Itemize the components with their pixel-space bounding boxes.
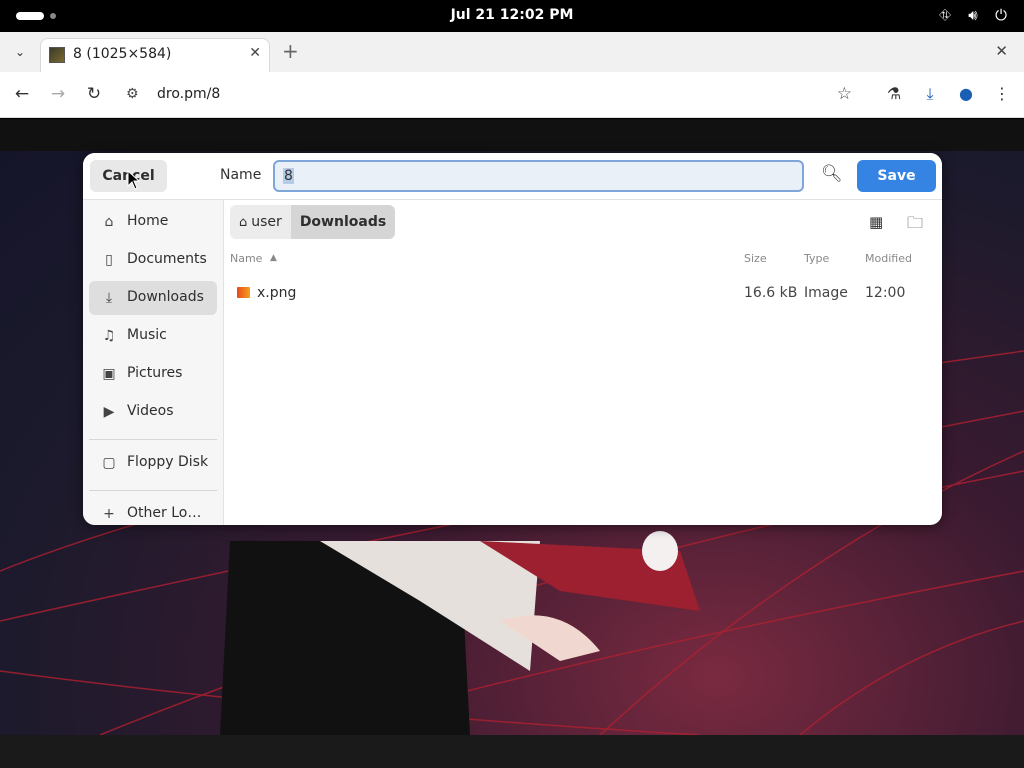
sidebar-item-label: Pictures [127, 365, 183, 381]
sidebar-item-documents[interactable]: ▯ Documents [89, 243, 217, 277]
sidebar-item-label: Other Lo… [127, 505, 202, 521]
sidebar-item-music[interactable]: ♫ Music [89, 319, 217, 353]
video-icon: ▶ [103, 404, 115, 420]
sidebar-item-label: Downloads [127, 289, 204, 305]
forward-icon[interactable]: → [47, 84, 69, 104]
sidebar-separator [89, 439, 217, 440]
file-type: Image [804, 285, 848, 301]
places-sidebar: ⌂ Home ▯ Documents ⤓ Downloads ♫ Music ▣… [83, 200, 224, 525]
name-label: Name [220, 167, 262, 183]
menu-icon[interactable]: ⋮ [991, 84, 1013, 103]
filename-value: 8 [283, 168, 294, 184]
url-text: dro.pm/8 [157, 86, 221, 102]
crumb-label: user [251, 214, 282, 230]
image-file-icon [237, 287, 250, 298]
sidebar-item-label: Music [127, 327, 167, 343]
save-file-dialog: Cancel Name 8 🔍︎ Save ⌂ Home ▯ Documents… [83, 153, 942, 525]
home-icon: ⌂ [104, 214, 114, 230]
file-modified: 12:00 [865, 285, 906, 301]
address-bar[interactable]: ⚙ dro.pm/8 ☆ [120, 78, 862, 112]
site-info-icon[interactable]: ⚙ [126, 86, 139, 102]
tab-favicon-icon [49, 47, 65, 63]
labs-flask-icon[interactable]: ⚗ [883, 84, 905, 103]
column-header-modified[interactable]: Modified [865, 252, 912, 265]
column-header-name[interactable]: Name [230, 252, 262, 265]
sidebar-item-label: Videos [127, 403, 174, 419]
browser-tab[interactable]: 8 (1025×584) ✕ [40, 38, 270, 72]
sidebar-separator [89, 490, 217, 491]
sidebar-item-label: Documents [127, 251, 207, 267]
network-icon: ⛗ [938, 6, 951, 24]
reload-icon[interactable]: ↻ [83, 84, 105, 104]
sidebar-item-label: Home [127, 213, 169, 229]
new-tab-button[interactable]: + [282, 40, 299, 62]
path-bar: ⌂ user Downloads [230, 205, 396, 239]
window-close-icon[interactable]: ✕ [995, 42, 1008, 60]
path-crumb-downloads[interactable]: Downloads [290, 205, 396, 239]
dialog-header: Cancel Name 8 🔍︎ Save [83, 153, 942, 200]
sidebar-item-home[interactable]: ⌂ Home [89, 205, 217, 239]
tab-strip: ⌄ 8 (1025×584) ✕ + ✕ [0, 32, 1024, 72]
column-header-type[interactable]: Type [804, 252, 829, 265]
tab-title: 8 (1025×584) [73, 46, 172, 62]
system-top-bar: Jul 21 12:02 PM ⛗ 🔊︎ ⏻ [0, 0, 1024, 32]
download-icon: ⤓ [105, 290, 113, 306]
bookmark-star-icon[interactable]: ☆ [837, 84, 852, 104]
sort-ascending-icon: ▲ [270, 253, 277, 263]
music-icon: ♫ [102, 328, 116, 344]
sidebar-item-downloads[interactable]: ⤓ Downloads [89, 281, 217, 315]
new-folder-icon[interactable]: 🗀 [907, 212, 923, 239]
save-button[interactable]: Save [857, 160, 936, 192]
column-header-size[interactable]: Size [744, 252, 767, 265]
home-icon: ⌂ [239, 215, 248, 230]
back-icon[interactable]: ← [11, 84, 33, 104]
plus-icon: + [103, 506, 115, 522]
sidebar-item-other-locations[interactable]: + Other Lo… [89, 497, 217, 525]
tab-close-icon[interactable]: ✕ [249, 45, 261, 61]
drive-icon: ▢ [102, 455, 116, 471]
file-size: 16.6 kB [744, 285, 798, 301]
document-icon: ▯ [105, 252, 113, 268]
picture-icon: ▣ [102, 366, 116, 382]
bottom-bar [0, 735, 1024, 768]
system-status-area[interactable]: ⛗ 🔊︎ ⏻ [936, 6, 1010, 24]
browser-toolbar: ← → ↻ ⚙ dro.pm/8 ☆ ⚗ ⤓ ● ⋮ [0, 72, 1024, 118]
profile-icon[interactable]: ● [955, 84, 977, 103]
file-name: x.png [257, 285, 297, 301]
filename-input[interactable]: 8 [273, 160, 804, 192]
file-row[interactable]: x.png 16.6 kB Image 12:00 [224, 278, 942, 308]
path-crumb-user[interactable]: ⌂ user [230, 205, 291, 239]
power-icon: ⏻ [995, 6, 1007, 24]
sidebar-item-pictures[interactable]: ▣ Pictures [89, 357, 217, 391]
grid-view-icon[interactable]: ▦ [869, 213, 883, 231]
tab-list-button[interactable]: ⌄ [8, 40, 32, 64]
search-icon[interactable]: 🔍︎ [821, 164, 843, 184]
sidebar-item-label: Floppy Disk [127, 454, 209, 470]
sidebar-item-videos[interactable]: ▶ Videos [89, 395, 217, 429]
sidebar-item-floppy-disk[interactable]: ▢ Floppy Disk [89, 446, 217, 480]
clock[interactable]: Jul 21 12:02 PM [0, 7, 1024, 23]
downloads-icon[interactable]: ⤓ [919, 84, 941, 104]
volume-icon: 🔊︎ [968, 6, 978, 24]
